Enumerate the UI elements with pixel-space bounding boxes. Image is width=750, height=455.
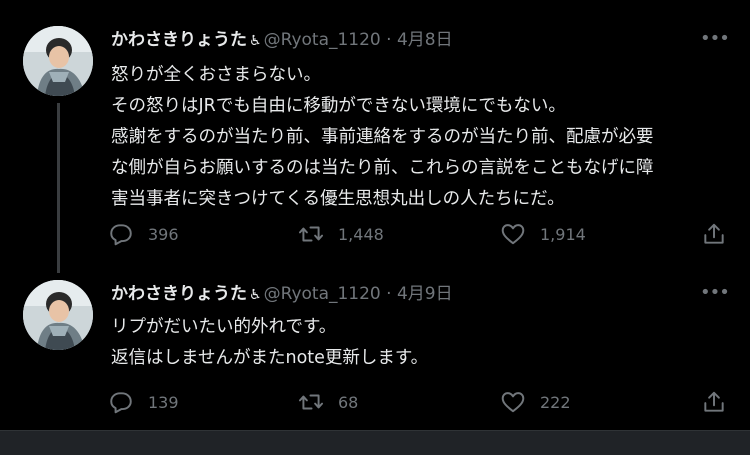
tweet-text-line: 感謝をするのが当たり前、事前連絡をするのが当たり前、配慮が必要 (111, 127, 654, 147)
timestamp[interactable]: 4月8日 (397, 30, 453, 50)
share-button[interactable] (701, 219, 727, 249)
reply-button[interactable]: 139 (108, 387, 179, 417)
tweet-text-line: 怒りが全くおさまらない。 (111, 65, 321, 85)
avatar[interactable] (23, 280, 93, 350)
tweet[interactable]: かわさきりょうた ♿ @Ryota_1120 · 4月9日 ••• リプがだいたい的… (0, 262, 750, 430)
more-options-icon[interactable]: ••• (700, 284, 730, 306)
timestamp[interactable]: 4月9日 (397, 284, 453, 304)
accessibility-icon: ♿ (249, 287, 262, 303)
reply-count: 139 (148, 392, 179, 412)
tweet-text-line: 害当事者に突きつけてくる優生思想丸出しの人たちにだ。 (111, 189, 565, 209)
tweet-text: リプがだいたい的外れです。 返信はしませんがまたnote更新します。 (111, 312, 726, 374)
thread-line (57, 103, 60, 273)
tweet-header: かわさきりょうた ♿ @Ryota_1120 · 4月9日 (111, 282, 453, 306)
accessibility-icon: ♿ (249, 33, 262, 49)
reply-button[interactable]: 396 (108, 219, 179, 249)
retweet-button[interactable]: 1,448 (298, 219, 384, 249)
avatar-image (23, 26, 93, 96)
heart-icon (501, 392, 525, 413)
share-icon (704, 391, 724, 412)
retweet-icon (298, 226, 324, 242)
like-count: 1,914 (540, 224, 586, 244)
separator: · (386, 30, 392, 50)
share-button[interactable] (701, 387, 727, 417)
separator: · (386, 284, 392, 304)
tweet-text-line: リプがだいたい的外れです。 (111, 317, 337, 337)
tweet[interactable]: かわさきりょうた ♿ @Ryota_1120 · 4月8日 ••• 怒りが全くおさま… (0, 0, 750, 273)
tweet-text: 怒りが全くおさまらない。 その怒りはJRでも自由に移動ができない環境にでもない。… (111, 60, 726, 215)
handle[interactable]: @Ryota_1120 (264, 30, 381, 50)
tweet-actions: 396 1,448 1,914 (108, 219, 728, 249)
retweet-button[interactable]: 68 (298, 387, 358, 417)
like-button[interactable]: 222 (500, 387, 571, 417)
next-tweet-edge (0, 430, 750, 455)
heart-icon (501, 224, 525, 245)
like-button[interactable]: 1,914 (500, 219, 586, 249)
reply-icon (110, 392, 132, 414)
like-count: 222 (540, 392, 571, 412)
reply-count: 396 (148, 224, 179, 244)
tweet-text-line: 返信はしませんがまたnote更新します。 (111, 348, 429, 368)
retweet-icon (298, 394, 324, 410)
more-options-icon[interactable]: ••• (700, 30, 730, 52)
avatar-image (23, 280, 93, 350)
display-name[interactable]: かわさきりょうた (111, 30, 247, 50)
avatar[interactable] (23, 26, 93, 96)
retweet-count: 1,448 (338, 224, 384, 244)
share-icon (704, 223, 724, 244)
display-name[interactable]: かわさきりょうた (111, 284, 247, 304)
tweet-header: かわさきりょうた ♿ @Ryota_1120 · 4月8日 (111, 28, 453, 52)
tweet-text-line: な側が自らお願いするのは当たり前、これらの言説をこともなげに障 (111, 158, 654, 178)
retweet-count: 68 (338, 392, 359, 412)
tweet-text-line: その怒りはJRでも自由に移動ができない環境にでもない。 (111, 96, 566, 116)
tweet-actions: 139 68 222 (108, 387, 728, 417)
handle[interactable]: @Ryota_1120 (264, 284, 381, 304)
reply-icon (110, 224, 132, 246)
